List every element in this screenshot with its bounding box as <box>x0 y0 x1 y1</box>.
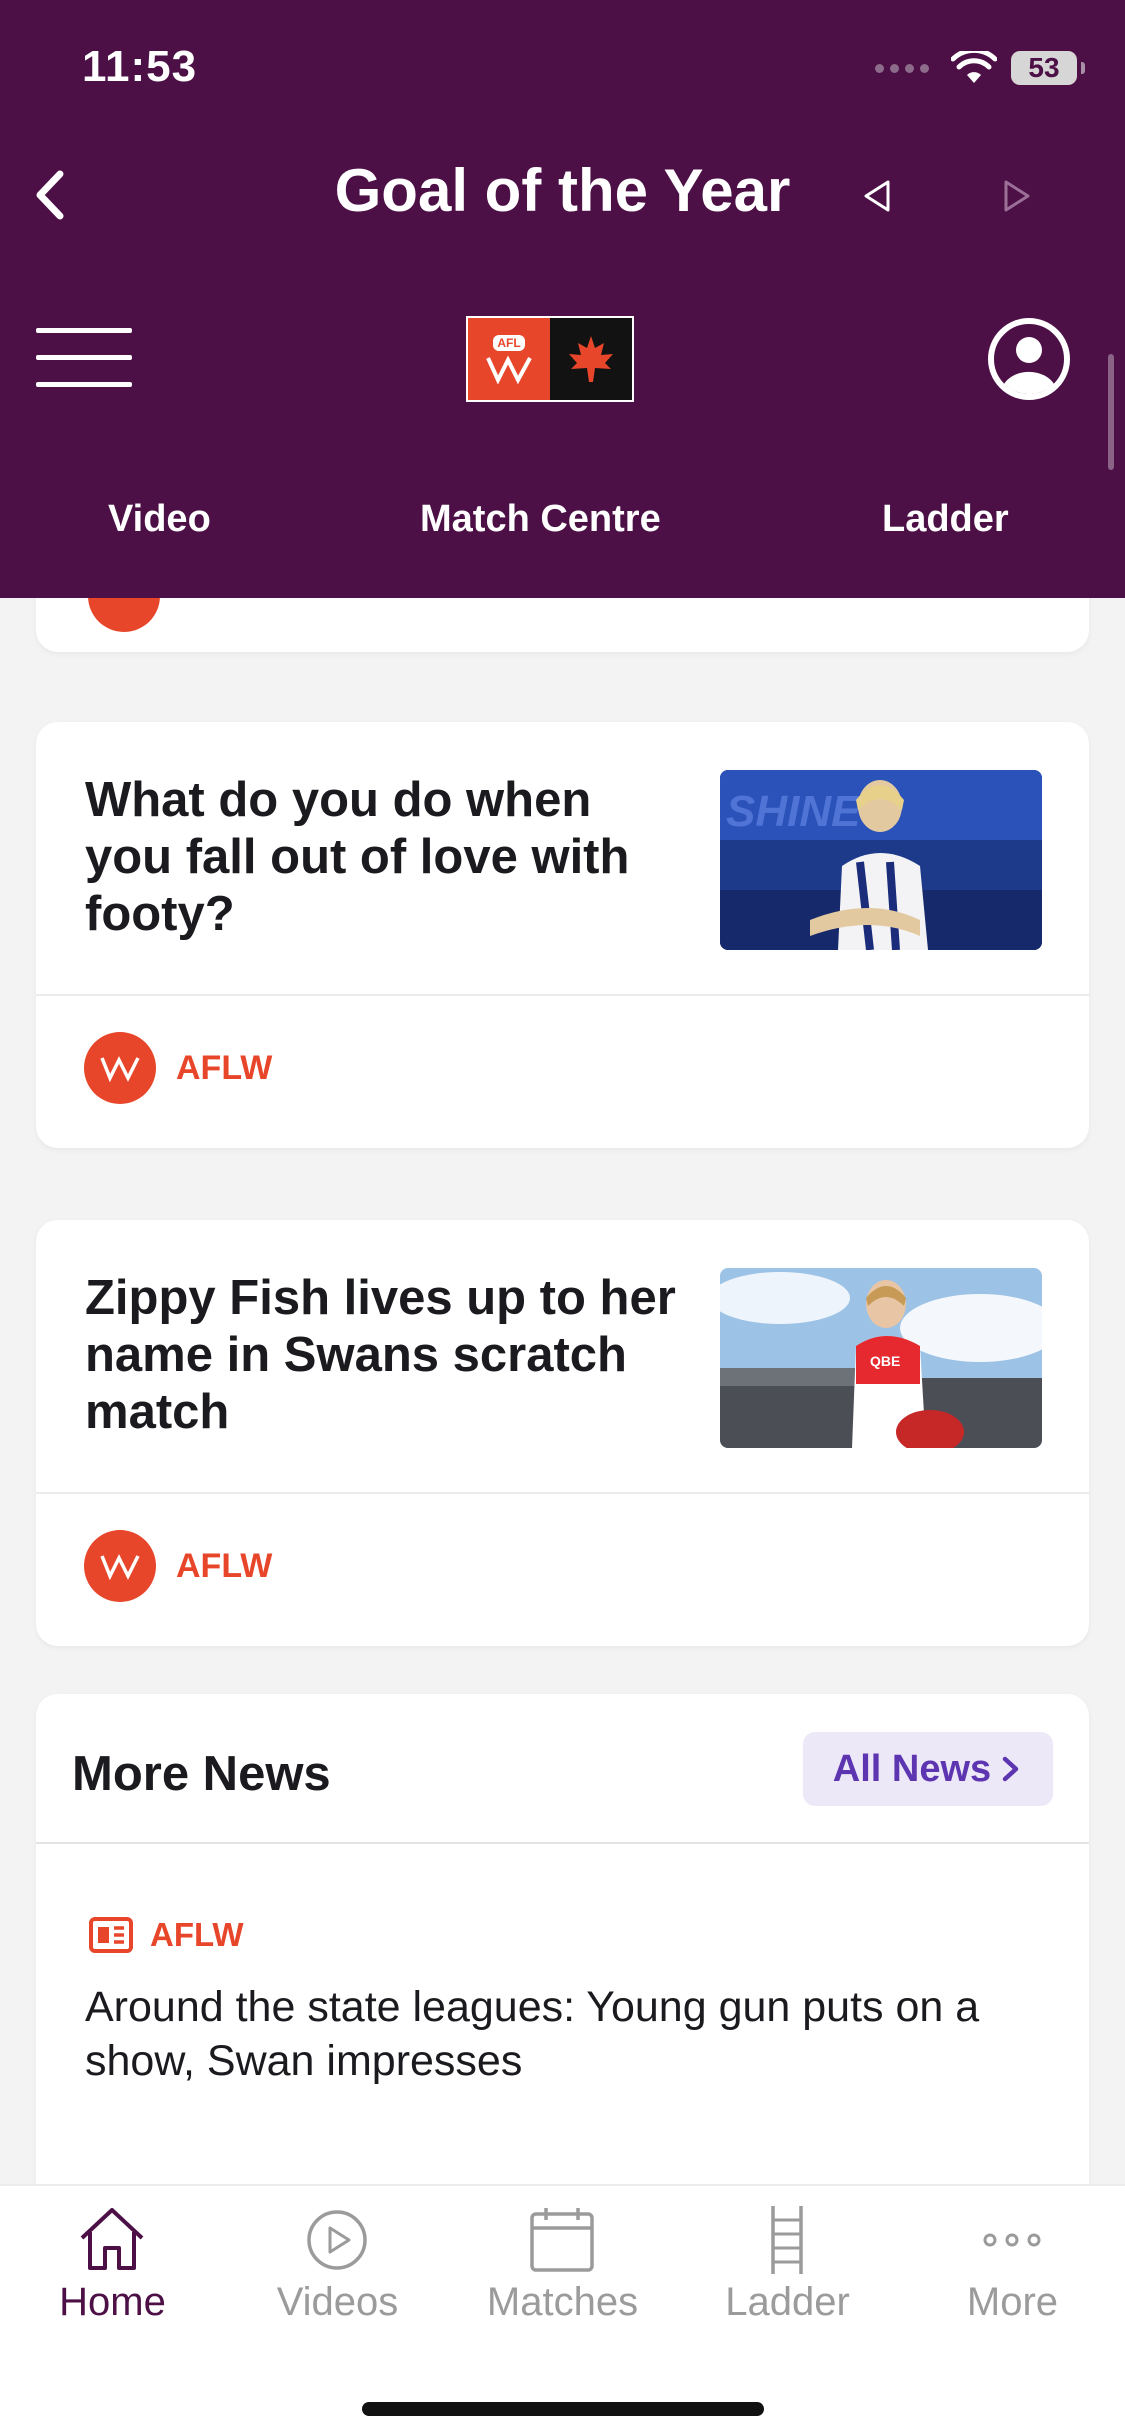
tab-label: Ladder <box>725 2280 850 2324</box>
battery-icon: 53 <box>1011 51 1085 85</box>
tab-label: Videos <box>276 2280 399 2324</box>
status-icons: 53 <box>875 46 1085 90</box>
hamburger-menu-icon[interactable] <box>36 328 132 390</box>
news-item-tag: AFLW <box>88 1916 243 1954</box>
tab-more[interactable]: More <box>900 2186 1125 2346</box>
newspaper-icon <box>89 1917 133 1953</box>
maple-leaf-icon <box>569 336 613 382</box>
article-headline[interactable]: What do you do when you fall out of love… <box>85 772 685 943</box>
aflw-badge-icon <box>84 1530 156 1602</box>
nav-tab-ladder[interactable]: Ladder <box>882 498 1009 541</box>
home-icon <box>80 2208 144 2270</box>
tab-label: Home <box>59 2280 166 2324</box>
article-card[interactable]: Zippy Fish lives up to her name in Swans… <box>36 1220 1089 1646</box>
logo-text: AFL <box>493 334 525 351</box>
calendar-icon <box>530 2208 594 2272</box>
profile-icon[interactable] <box>986 316 1072 402</box>
thumbnail-background-text: SHINE <box>726 787 862 836</box>
article-card[interactable]: What do you do when you fall out of love… <box>36 722 1089 1148</box>
article-tag[interactable]: AFLW <box>84 1032 272 1104</box>
next-icon[interactable] <box>996 176 1036 216</box>
news-item-tag-label: AFLW <box>150 1916 244 1953</box>
more-news-section: More News All News AFLW Around the state… <box>36 1694 1089 2254</box>
card-divider <box>36 994 1089 996</box>
bottom-tab-bar: Home Videos Matches Ladder More <box>0 2184 1125 2436</box>
tab-ladder[interactable]: Ladder <box>675 2186 900 2346</box>
nav-tab-match-centre[interactable]: Match Centre <box>420 498 661 541</box>
app-header: 11:53 53 Goal of the Year AFL Video Matc… <box>0 0 1125 598</box>
article-tag-label: AFLW <box>176 1048 273 1087</box>
article-tag-label: AFLW <box>176 1546 273 1585</box>
scroll-indicator <box>1108 354 1114 470</box>
tab-label: Matches <box>486 2280 639 2324</box>
home-indicator <box>362 2402 764 2416</box>
news-item-title[interactable]: Around the state leagues: Young gun puts… <box>85 1980 1065 2088</box>
tab-home[interactable]: Home <box>0 2186 225 2346</box>
previous-icon[interactable] <box>858 176 898 216</box>
section-nav: Video Match Centre Ladder <box>0 498 1125 554</box>
article-thumbnail[interactable]: SHINE <box>720 770 1042 950</box>
status-time: 11:53 <box>82 42 198 91</box>
all-news-label: All News <box>832 1747 992 1790</box>
section-divider <box>36 1842 1089 1844</box>
nav-tab-video[interactable]: Video <box>108 498 211 541</box>
play-icon <box>307 2210 367 2270</box>
aflw-w-icon <box>486 355 532 384</box>
aflw-badge-icon <box>84 1032 156 1104</box>
ladder-icon <box>771 2206 803 2274</box>
wifi-icon <box>951 51 997 83</box>
more-icon <box>983 2233 1041 2247</box>
more-news-title: More News <box>72 1747 331 1801</box>
chevron-right-icon <box>1002 1756 1019 1782</box>
article-thumbnail[interactable]: QBE <box>720 1268 1042 1448</box>
battery-level: 53 <box>1028 52 1060 83</box>
page-title: Goal of the Year <box>334 157 791 224</box>
card-divider <box>36 1492 1089 1494</box>
article-headline[interactable]: Zippy Fish lives up to her name in Swans… <box>85 1270 685 1441</box>
tab-matches[interactable]: Matches <box>450 2186 675 2346</box>
all-news-button[interactable]: All News <box>803 1732 1053 1806</box>
aflw-logo[interactable]: AFL <box>466 316 634 402</box>
tab-videos[interactable]: Videos <box>225 2186 450 2346</box>
thumbnail-background-text: QBE <box>870 1353 900 1369</box>
signal-icon <box>875 63 929 73</box>
tab-label: More <box>966 2280 1059 2324</box>
article-tag[interactable]: AFLW <box>84 1530 272 1602</box>
